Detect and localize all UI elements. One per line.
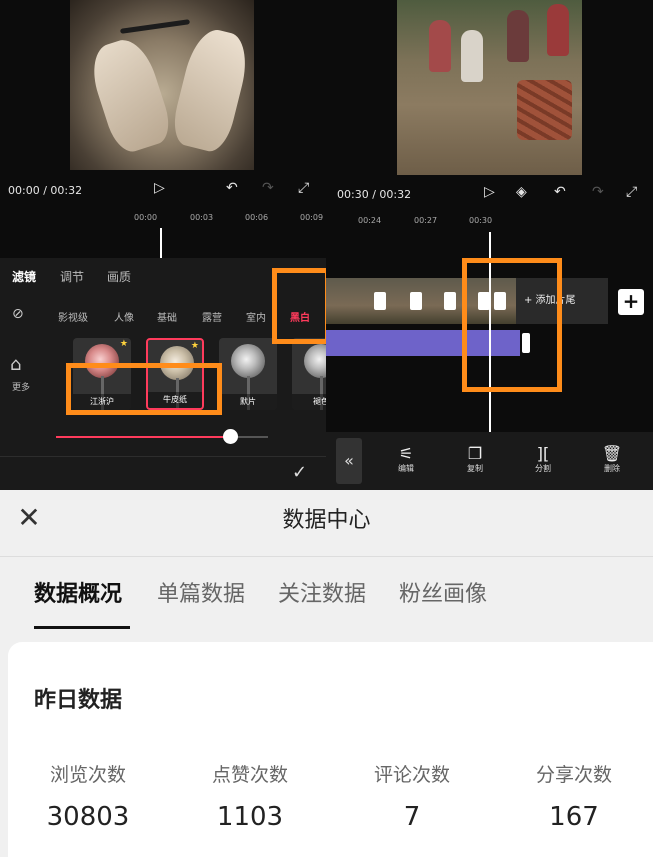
tool-split[interactable]: ][ 分割 — [521, 444, 565, 474]
tab-follow[interactable]: 关注数据 — [278, 576, 366, 608]
data-center-sheet: ✕ 数据中心 数据概况 单篇数据 关注数据 粉丝画像 昨日数据 浏览次数 308… — [0, 490, 653, 857]
stat-value: 7 — [403, 802, 421, 832]
person-image — [429, 20, 451, 72]
active-tab-underline — [34, 626, 130, 629]
category-item[interactable]: 影视级 — [58, 309, 88, 324]
split-icon: ][ — [536, 444, 550, 463]
filter-thumb[interactable]: 默片 — [219, 338, 277, 410]
stat-value: 1103 — [216, 802, 284, 832]
ruler-tick: 00:30 — [469, 216, 493, 225]
stat-label: 点赞次数 — [211, 764, 288, 786]
highlight-box — [66, 363, 222, 415]
stat-label: 浏览次数 — [49, 764, 126, 786]
redo-icon[interactable]: ↷ — [262, 180, 274, 196]
person-image — [507, 10, 529, 62]
stat-value: 167 — [549, 802, 599, 832]
highlight-box — [462, 258, 562, 392]
total-time: 00:32 — [50, 184, 83, 197]
playhead[interactable] — [160, 228, 162, 258]
keyframe-icon[interactable]: ◈ — [516, 184, 527, 200]
confirm-check-icon[interactable]: ✓ — [292, 462, 307, 483]
rose-image — [231, 344, 265, 378]
rose-image — [304, 344, 326, 378]
play-icon[interactable]: ▷ — [154, 180, 165, 196]
hand-image — [84, 33, 176, 157]
divider — [0, 556, 653, 557]
total-time: 00:32 — [379, 188, 412, 201]
category-item[interactable]: 室内 — [246, 309, 266, 324]
store-icon[interactable]: ⌂ — [10, 354, 21, 375]
fullscreen-icon[interactable]: ⤢ — [626, 184, 637, 200]
adjust-icon: ⚟ — [398, 444, 414, 463]
transition-handle[interactable] — [374, 292, 386, 310]
tab-single-post[interactable]: 单篇数据 — [157, 576, 245, 608]
person-image — [461, 30, 483, 82]
yesterday-data-card: 昨日数据 浏览次数 30803 点赞次数 1103 评论次数 7 分享次数 16… — [8, 642, 653, 857]
filter-name: 默片 — [219, 394, 277, 410]
tool-edit[interactable]: ⚟ 编辑 — [384, 444, 428, 474]
tab-adjust[interactable]: 调节 — [60, 268, 84, 285]
playback-time: 00:00 / 00:32 — [8, 184, 83, 197]
right-editor-panel: 00:30 / 00:32 ▷ ◈ ↶ ↷ ⤢ 00:24 00:27 00:3… — [326, 0, 653, 490]
video-preview — [70, 0, 254, 170]
intensity-slider-fill — [56, 436, 230, 438]
current-time: 00:30 — [337, 188, 369, 201]
brick-pile-image — [517, 80, 572, 140]
transition-handle[interactable] — [410, 292, 422, 310]
hand-image — [168, 24, 254, 156]
person-image — [547, 4, 569, 56]
highlight-box — [272, 268, 326, 344]
tab-filter[interactable]: 滤镜 — [12, 268, 36, 285]
stat-value: 30803 — [46, 802, 130, 832]
stat-label: 分享次数 — [535, 764, 612, 786]
play-icon[interactable]: ▷ — [484, 184, 495, 200]
undo-icon[interactable]: ↶ — [554, 184, 566, 200]
ruler-tick: 00:00 — [134, 213, 158, 222]
category-item[interactable]: 人像 — [114, 309, 134, 324]
redo-icon[interactable]: ↷ — [592, 184, 604, 200]
tab-fans[interactable]: 粉丝画像 — [399, 576, 487, 608]
tab-overview[interactable]: 数据概况 — [34, 576, 122, 608]
collapse-button[interactable]: « — [336, 438, 362, 484]
stat-label: 评论次数 — [373, 764, 450, 786]
left-editor-panel: 00:00 / 00:32 ▷ ↶ ↷ ⤢ 00:00 00:03 00:06 … — [0, 0, 326, 490]
page-title: 数据中心 — [282, 508, 371, 533]
ruler-tick: 00:27 — [414, 216, 438, 225]
section-title: 昨日数据 — [34, 688, 123, 713]
current-time: 00:00 — [8, 184, 40, 197]
filter-thumb[interactable]: 褪色 — [292, 338, 326, 410]
pen-image — [119, 19, 191, 34]
ruler-tick: 00:03 — [190, 213, 214, 222]
tool-copy[interactable]: ❐ 复制 — [453, 444, 497, 474]
more-label[interactable]: 更多 — [12, 380, 30, 393]
trash-icon: 🗑 — [601, 444, 623, 463]
ruler-tick: 00:24 — [358, 216, 382, 225]
fullscreen-icon[interactable]: ⤢ — [298, 180, 309, 196]
intensity-slider-knob[interactable] — [222, 429, 238, 444]
playback-time: 00:30 / 00:32 — [337, 188, 412, 201]
category-item[interactable]: 基础 — [157, 309, 177, 324]
star-icon: ★ — [119, 339, 128, 349]
transition-handle[interactable] — [444, 292, 456, 310]
filter-name: 褪色 — [292, 394, 326, 410]
star-icon: ★ — [190, 341, 199, 351]
tab-quality[interactable]: 画质 — [107, 268, 131, 285]
ruler-tick: 00:06 — [245, 213, 269, 222]
category-item[interactable]: 露营 — [202, 309, 222, 324]
video-preview — [397, 0, 582, 175]
no-filter-icon[interactable]: ⊘ — [12, 306, 24, 322]
filter-panel: 滤镜 调节 画质 ⊘ 影视级 人像 基础 露营 室内 黑白 ⌂ 更多 ★ 江浙沪… — [0, 258, 326, 490]
undo-icon[interactable]: ↶ — [226, 180, 238, 196]
add-clip-button[interactable]: + — [618, 289, 644, 315]
copy-icon: ❐ — [467, 444, 483, 463]
tool-delete[interactable]: 🗑 删除 — [590, 444, 634, 474]
ruler-tick: 00:09 — [300, 213, 324, 222]
